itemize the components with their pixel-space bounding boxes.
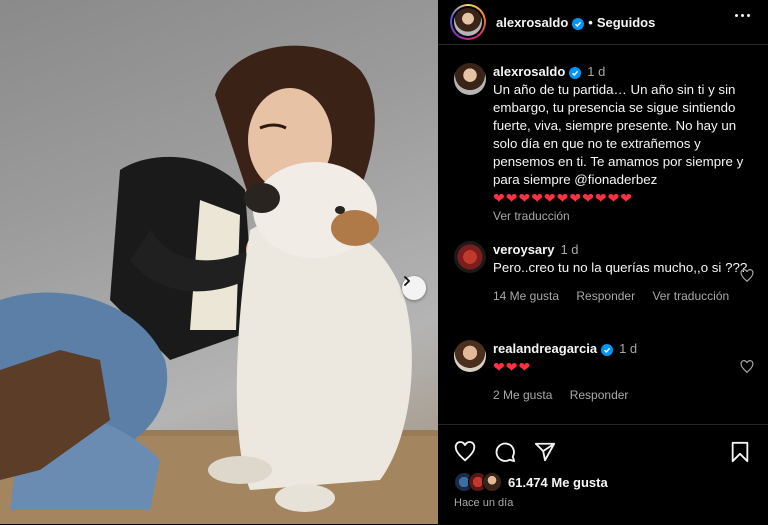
post-photo[interactable]: [0, 0, 438, 524]
comment-time: 1 d: [619, 341, 638, 356]
comments-list[interactable]: alexrosaldo 1 d Un año de tu partida… Un …: [438, 45, 768, 423]
follow-status-button[interactable]: Seguidos: [597, 15, 656, 30]
bookmark-icon[interactable]: [730, 441, 750, 463]
comment-translate-link[interactable]: Ver traducción: [652, 289, 729, 303]
comment-likes[interactable]: 2 Me gusta: [493, 388, 552, 402]
comment-avatar[interactable]: [454, 241, 486, 273]
chevron-right-icon: [404, 276, 411, 286]
comment-hearts: ❤❤❤: [493, 359, 532, 375]
verified-icon: [572, 18, 585, 30]
caption-author[interactable]: alexrosaldo: [493, 64, 565, 79]
verified-icon: [569, 67, 582, 79]
author-username[interactable]: alexrosaldo: [496, 15, 568, 30]
caption-translate-link[interactable]: Ver traducción: [493, 209, 570, 223]
separator-dot: •: [588, 15, 593, 30]
comment-time: 1 d: [560, 242, 579, 257]
comment-author[interactable]: realandreagarcia: [493, 341, 597, 356]
post-side-panel: alexrosaldo • Seguidos alexrosaldo 1 d Un a…: [438, 0, 768, 524]
author-avatar: [454, 8, 482, 36]
photo-illustration: [0, 45, 438, 524]
caption-text: Un año de tu partida… Un año sin ti y si…: [493, 82, 744, 187]
comment-reply-button[interactable]: Responder: [576, 289, 635, 303]
caption-hearts: ❤❤❤❤❤❤❤❤❤❤❤: [493, 190, 634, 206]
more-options-icon[interactable]: [735, 14, 750, 17]
heart-icon[interactable]: [454, 441, 476, 463]
comment-avatar[interactable]: [454, 340, 486, 372]
likes-summary[interactable]: 61.474 Me gusta: [454, 472, 608, 492]
liker-avatars: [454, 472, 506, 492]
likes-count[interactable]: 61.474 Me gusta: [508, 475, 608, 490]
post-header: alexrosaldo • Seguidos: [438, 0, 768, 45]
comment-author[interactable]: veroysary: [493, 242, 554, 257]
liker-avatar: [482, 472, 502, 492]
comment-likes[interactable]: 14 Me gusta: [493, 289, 559, 303]
caption-avatar[interactable]: [454, 63, 486, 95]
post-timestamp: Hace un día: [454, 497, 514, 509]
heart-icon[interactable]: [740, 269, 754, 283]
caption-time: 1 d: [587, 64, 606, 79]
author-avatar-ring[interactable]: [450, 4, 486, 40]
verified-icon: [601, 344, 614, 356]
comment-text: Pero..creo tu no la querías mucho,,o si …: [493, 260, 748, 275]
post-actions: [454, 441, 556, 463]
share-icon[interactable]: [534, 441, 556, 463]
post-footer: 61.474 Me gusta Hace un día: [438, 424, 768, 525]
next-photo-button[interactable]: [402, 276, 426, 300]
comment-icon[interactable]: [494, 441, 516, 463]
heart-icon[interactable]: [740, 360, 754, 374]
comment-reply-button[interactable]: Responder: [570, 388, 629, 402]
